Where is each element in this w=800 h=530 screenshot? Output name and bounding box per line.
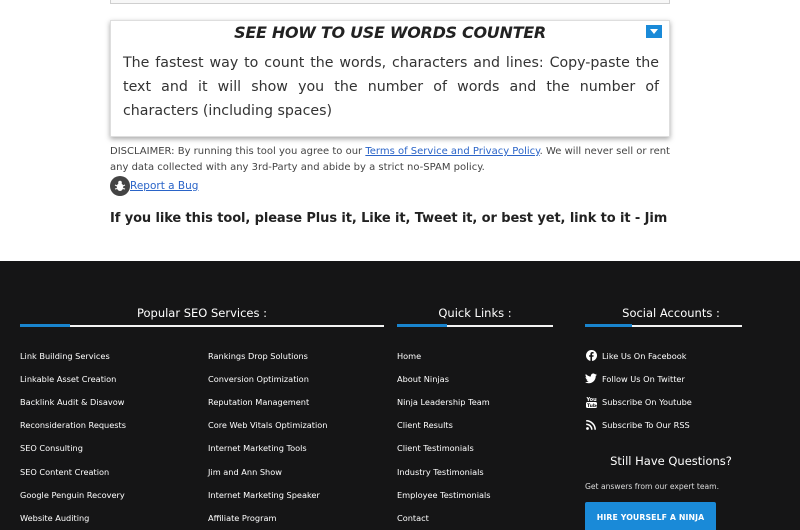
footer-link-industry-testimonials[interactable]: Industry Testimonials — [397, 460, 491, 483]
footer-link-rankings-drop-solutions[interactable]: Rankings Drop Solutions — [208, 344, 327, 367]
footer-link-jim-and-ann-show[interactable]: Jim and Ann Show — [208, 460, 327, 483]
questions-subtext: Get answers from our expert team. — [585, 482, 719, 491]
bug-icon — [110, 176, 130, 196]
collapse-toggle-button[interactable] — [646, 25, 662, 38]
footer-link-client-results[interactable]: Client Results — [397, 414, 491, 437]
social-link-label: Subscribe On Youtube — [602, 396, 692, 407]
footer-link-backlink-audit-and-disavow[interactable]: Backlink Audit & Disavow — [20, 390, 126, 413]
services-heading-rule — [20, 324, 384, 327]
how-to-title: SEE HOW TO USE WORDS COUNTER — [234, 23, 546, 42]
previous-panel-edge — [110, 0, 670, 4]
social-link-youtube[interactable]: YouTube Subscribe On Youtube — [585, 390, 692, 413]
social-heading: Social Accounts : — [622, 306, 720, 320]
footer-link-link-building-services[interactable]: Link Building Services — [20, 344, 126, 367]
footer-link-reputation-management[interactable]: Reputation Management — [208, 390, 327, 413]
disclaimer-prefix: DISCLAIMER: By running this tool you agr… — [110, 146, 366, 157]
questions-heading: Still Have Questions? — [610, 454, 732, 468]
footer-link-reconsideration-requests[interactable]: Reconsideration Requests — [20, 414, 126, 437]
site-footer: Popular SEO Services : Link Building Ser… — [0, 261, 800, 530]
youtube-icon: YouTube — [585, 396, 597, 408]
social-link-facebook[interactable]: Like Us On Facebook — [585, 344, 692, 367]
content-area: SEE HOW TO USE WORDS COUNTER The fastest… — [0, 0, 800, 261]
footer-link-contact[interactable]: Contact — [397, 506, 491, 529]
social-links-list: Like Us On Facebook Follow Us On Twitter Y… — [585, 344, 692, 437]
social-link-rss[interactable]: Subscribe To Our RSS — [585, 414, 692, 437]
share-call-to-action: If you like this tool, please Plus it, L… — [110, 211, 668, 226]
footer-link-conversion-optimization[interactable]: Conversion Optimization — [208, 367, 327, 390]
social-heading-rule — [585, 324, 742, 327]
footer-link-client-testimonials[interactable]: Client Testimonials — [397, 437, 491, 460]
footer-link-core-web-vitals-optimization[interactable]: Core Web Vitals Optimization — [208, 414, 327, 437]
services-list-1: Link Building Services Linkable Asset Cre… — [20, 344, 126, 530]
quick-links-list: Home About Ninjas Ninja Leadership Team Cli… — [397, 344, 491, 530]
quick-links-heading: Quick Links : — [438, 306, 512, 320]
footer-link-ninja-leadership-team[interactable]: Ninja Leadership Team — [397, 390, 491, 413]
disclaimer-text: DISCLAIMER: By running this tool you agr… — [110, 144, 672, 176]
footer-link-internet-marketing-speaker[interactable]: Internet Marketing Speaker — [208, 483, 327, 506]
caret-down-icon — [650, 29, 658, 34]
footer-link-seo-consulting[interactable]: SEO Consulting — [20, 437, 126, 460]
social-link-label: Like Us On Facebook — [602, 350, 687, 361]
quick-links-heading-rule — [397, 324, 553, 327]
services-heading: Popular SEO Services : — [136, 306, 268, 320]
terms-link[interactable]: Terms of Service and Privacy Policy — [365, 146, 539, 157]
how-to-description: The fastest way to count the words, char… — [123, 55, 659, 119]
footer-link-google-penguin-recovery[interactable]: Google Penguin Recovery — [20, 483, 126, 506]
footer-link-about-ninjas[interactable]: About Ninjas — [397, 367, 491, 390]
hire-ninja-button[interactable]: HIRE YOURSELF A NINJA — [585, 502, 716, 530]
social-link-label: Subscribe To Our RSS — [602, 420, 690, 431]
footer-link-home[interactable]: Home — [397, 344, 491, 367]
footer-link-affiliate-program[interactable]: Affiliate Program — [208, 506, 327, 529]
services-list-2: Rankings Drop Solutions Conversion Optimi… — [208, 344, 327, 530]
how-to-panel: SEE HOW TO USE WORDS COUNTER The fastest… — [110, 20, 670, 137]
footer-link-seo-content-creation[interactable]: SEO Content Creation — [20, 460, 126, 483]
footer-link-website-auditing[interactable]: Website Auditing — [20, 506, 126, 529]
twitter-icon — [585, 373, 597, 385]
footer-link-employee-testimonials[interactable]: Employee Testimonials — [397, 483, 491, 506]
svg-text:Tube: Tube — [587, 403, 597, 408]
footer-link-linkable-asset-creation[interactable]: Linkable Asset Creation — [20, 367, 126, 390]
report-bug-row: Report a Bug — [110, 176, 198, 196]
report-bug-link[interactable]: Report a Bug — [130, 180, 198, 192]
rss-icon — [585, 419, 597, 431]
footer-link-internet-marketing-tools[interactable]: Internet Marketing Tools — [208, 437, 327, 460]
social-link-label: Follow Us On Twitter — [602, 373, 685, 384]
social-link-twitter[interactable]: Follow Us On Twitter — [585, 367, 692, 390]
facebook-icon — [585, 350, 597, 362]
